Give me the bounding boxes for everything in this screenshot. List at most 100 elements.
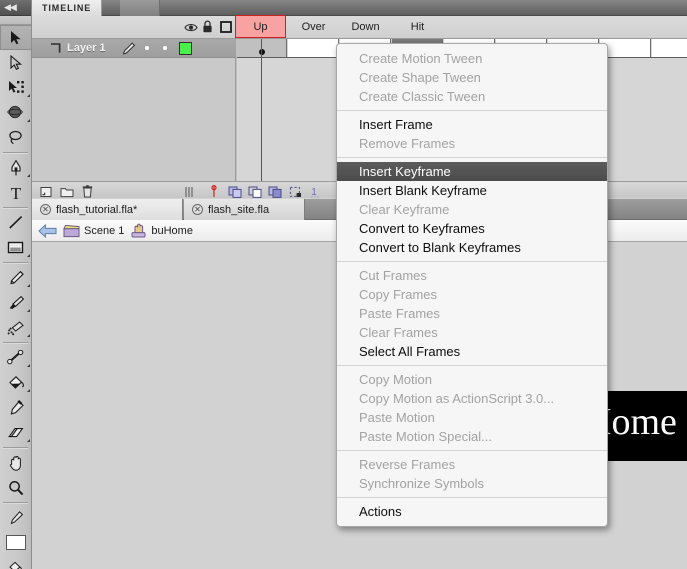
document-tab-2[interactable]: ✕ flash_site.fla [183,199,305,220]
breadcrumb-scene-1-label: Scene 1 [84,224,125,237]
menu-item-select-all-frames[interactable]: Select All Frames [337,342,607,361]
eye-icon[interactable] [184,20,198,38]
tool-options-arrow-icon[interactable] [27,254,30,257]
tools-panel-header[interactable]: ◀◀ [0,0,31,16]
tools-divider [3,152,28,153]
frame-context-menu[interactable]: Create Motion Tween Create Shape Tween Cre… [336,43,608,527]
outline-color-swatch[interactable] [178,41,192,55]
menu-item-create-shape-tween: Create Shape Tween [359,70,481,85]
paint-bucket-tool[interactable] [0,370,32,395]
menu-item-insert-keyframe[interactable]: Insert Keyframe [337,162,607,181]
tool-options-arrow-icon[interactable] [27,119,30,122]
home-button-artwork[interactable]: Home [608,391,687,461]
selection-tool[interactable] [0,25,32,50]
eyedropper-tool[interactable] [0,395,32,420]
menu-separator [337,365,607,366]
tool-options-arrow-icon[interactable] [27,174,30,177]
tools-divider [3,207,28,208]
panel-tab-strip: TIMELINE [32,0,687,16]
menu-item-paste-frames: Paste Frames [359,306,440,321]
black-and-white-swatch[interactable] [0,555,32,569]
close-icon[interactable]: ✕ [191,204,203,215]
menu-item-cut-frames: Cut Frames [359,268,427,283]
close-icon[interactable]: ✕ [40,204,51,215]
application-window: ◀◀ T TIMELINE Up Over Down Hit Layer 1 1… [0,0,687,569]
menu-separator [337,261,607,262]
playhead-indicator[interactable] [261,39,262,181]
tab-motion-editor[interactable] [120,0,160,16]
menu-item-create-motion-tween: Create Motion Tween [359,51,483,66]
layer-name-label: Layer 1 [67,42,106,54]
pencil-icon[interactable] [122,41,136,55]
tool-options-arrow-icon[interactable] [27,439,30,442]
menu-item-synchronize-symbols: Synchronize Symbols [359,476,484,491]
lasso-tool[interactable] [0,125,32,150]
svg-text:T: T [11,185,22,201]
tools-panel: ◀◀ T [0,0,32,569]
document-tab-label: flash_tutorial.fla* [56,203,138,216]
menu-item-paste-motion-special: Paste Motion Special... [359,429,492,444]
menu-item-insert-blank-keyframe[interactable]: Insert Blank Keyframe [337,181,607,200]
tool-options-arrow-icon[interactable] [27,364,30,367]
menu-separator [337,497,607,498]
pen-tool[interactable] [0,155,32,180]
subselection-tool[interactable] [0,50,32,75]
frame-cell-extra-5[interactable] [652,39,687,58]
tool-options-arrow-icon[interactable] [27,94,30,97]
lock-icon[interactable] [202,20,213,38]
tool-options-arrow-icon[interactable] [27,284,30,287]
home-button-label: Home [608,401,677,443]
3d-rotation-tool[interactable] [0,100,32,125]
collapse-panel-icon[interactable]: ◀◀ [4,3,17,12]
menu-item-actions[interactable]: Actions [337,502,607,521]
breadcrumb-buhome[interactable]: buHome [130,223,193,238]
deco-tool[interactable] [0,315,32,340]
free-transform-tool[interactable] [0,75,32,100]
timeline-header: Up Over Down Hit [32,15,687,39]
frame-label-down[interactable]: Down [340,16,391,38]
tools-divider [3,342,28,343]
tools-divider [3,262,28,263]
tool-options-arrow-icon[interactable] [27,334,30,337]
brush-tool[interactable] [0,290,32,315]
tools-panel-subheader [0,16,31,25]
scene-clapper-icon [63,224,80,238]
frame-label-up[interactable]: Up [235,15,286,38]
svg-text:1: 1 [311,187,317,198]
frame-label-hit[interactable]: Hit [392,16,443,38]
frame-label-over[interactable]: Over [288,16,339,38]
menu-item-paste-motion: Paste Motion [359,410,435,425]
menu-item-remove-frames: Remove Frames [359,136,456,151]
layer-type-icon [50,42,61,54]
back-arrow-icon[interactable] [38,223,57,238]
text-tool[interactable]: T [0,180,32,205]
zoom-tool[interactable] [0,475,32,500]
frame-cell-over[interactable] [288,39,339,58]
tab-timeline[interactable]: TIMELINE [32,0,103,16]
document-tab-label: flash_site.fla [207,203,270,216]
breadcrumb-scene-1[interactable]: Scene 1 [63,224,124,238]
menu-item-insert-frame[interactable]: Insert Frame [337,115,607,134]
eraser-tool[interactable] [0,420,32,445]
line-tool[interactable] [0,210,32,235]
document-tab-1[interactable]: ✕ flash_tutorial.fla* [32,199,183,220]
menu-item-convert-to-blank-keyframes[interactable]: Convert to Blank Keyframes [337,238,607,257]
visibility-dot[interactable] [144,46,149,50]
tool-options-arrow-icon[interactable] [27,389,30,392]
outline-square-icon[interactable] [220,20,232,38]
menu-item-convert-to-keyframes[interactable]: Convert to Keyframes [337,219,607,238]
breadcrumb-buhome-label: buHome [151,224,193,237]
button-symbol-icon [130,223,147,238]
rectangle-tool[interactable] [0,235,32,260]
keyframe-dot-icon [259,49,265,55]
tool-options-arrow-icon[interactable] [27,309,30,312]
bone-tool[interactable] [0,345,32,370]
fill-color-swatch[interactable] [0,530,32,555]
menu-separator [337,110,607,111]
hand-tool[interactable] [0,450,32,475]
lock-dot[interactable] [162,46,167,50]
menu-item-clear-keyframe: Clear Keyframe [359,202,450,217]
stroke-color-swatch[interactable] [0,505,32,530]
pencil-tool[interactable] [0,265,32,290]
layer-row-layer-1[interactable]: Layer 1 [32,39,236,58]
